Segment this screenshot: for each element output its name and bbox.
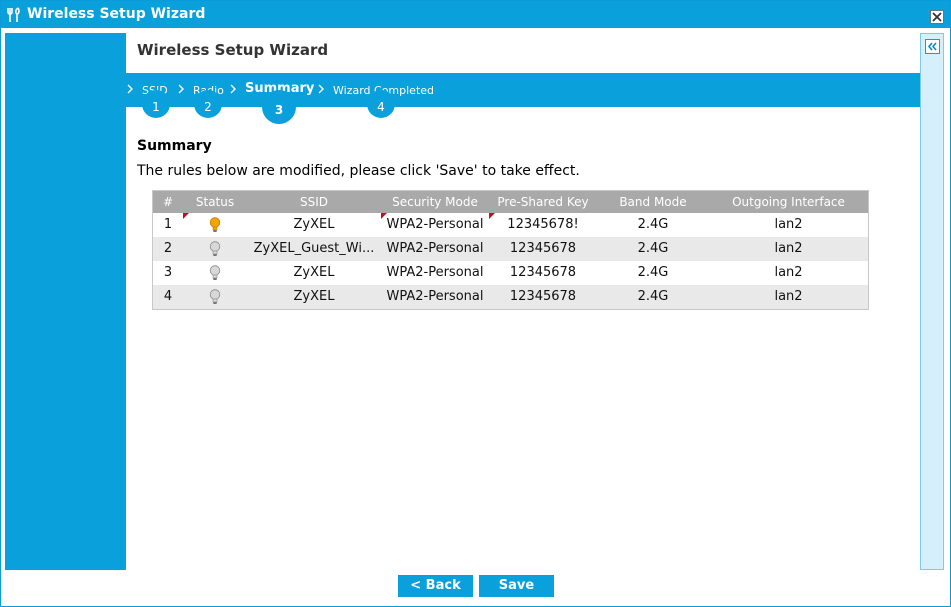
table-row[interactable]: 2 ZyXEL_Guest_Wi... WPA2-Personal 123456… [153,237,868,261]
row-ssid: ZyXEL [293,289,335,304]
row-status [183,285,247,309]
row-pre-shared-key: 12345678 [509,265,577,280]
column-header-pre-shared-key[interactable]: Pre-Shared Key [489,191,597,213]
row-status [183,213,247,237]
chevron-right-icon [230,84,236,94]
wizard-window: Wireless Setup Wizard Wireless Setup Wiz… [0,0,951,607]
summary-table: # Status SSID Security Mode Pre-Shared K… [152,190,869,310]
step-number: 4 [367,90,395,118]
step-number: 1 [142,90,170,118]
row-outgoing-interface: lan2 [774,217,803,232]
right-side-panel [920,33,944,570]
row-pre-shared-key: 12345678! [489,213,597,237]
summary-heading: Summary [137,138,212,154]
row-security-mode: WPA2-Personal [386,289,484,304]
close-icon[interactable] [930,10,944,24]
wizard-steps: SSID 1 Radio 2 Summary 3 Wizard Complete… [126,73,920,124]
chevron-right-icon [318,84,324,94]
row-outgoing-interface: lan2 [774,265,803,280]
modified-marker [381,213,387,219]
row-band-mode: 2.4G [637,241,669,256]
save-button[interactable]: Save [479,575,554,597]
lightbulb-on-icon [209,217,221,232]
modified-marker [489,213,495,219]
row-ssid: ZyXEL [293,217,335,232]
modified-marker [183,213,189,219]
page-title: Wireless Setup Wizard [137,41,329,59]
left-panel [5,33,126,570]
lightbulb-off-icon [209,241,221,256]
title-bar: Wireless Setup Wizard [1,1,950,28]
row-status [183,261,247,285]
column-header-ssid[interactable]: SSID [247,191,381,213]
column-header-status[interactable]: Status [183,191,247,213]
step-number: 2 [194,90,222,118]
table-row[interactable]: 1 ZyXEL WPA2-Personal 12345678! 2.4G lan… [153,213,868,237]
row-band-mode: 2.4G [637,289,669,304]
row-security-mode: WPA2-Personal [386,265,484,280]
row-pre-shared-key: 12345678 [509,289,577,304]
row-number: 1 [163,217,173,232]
row-band-mode: 2.4G [637,265,669,280]
row-number: 3 [163,265,173,280]
wizard-tools-icon [6,7,22,23]
table-row[interactable]: 3 ZyXEL WPA2-Personal 12345678 2.4G lan2 [153,261,868,285]
table-header: # Status SSID Security Mode Pre-Shared K… [153,191,868,213]
table-row[interactable]: 4 ZyXEL WPA2-Personal 12345678 2.4G lan2 [153,285,868,309]
column-header-outgoing-interface[interactable]: Outgoing Interface [709,191,868,213]
row-number: 2 [163,241,173,256]
chevron-right-icon [178,84,184,94]
window-title: Wireless Setup Wizard [27,6,206,22]
column-header-band-mode[interactable]: Band Mode [597,191,709,213]
lightbulb-off-icon [209,289,221,304]
row-security-mode: WPA2-Personal [381,213,489,237]
row-band-mode: 2.4G [637,217,669,232]
step-number: 3 [262,90,296,124]
row-security-mode: WPA2-Personal [386,241,484,256]
row-outgoing-interface: lan2 [774,241,803,256]
row-pre-shared-key-text: 12345678! [507,217,579,232]
row-ssid: ZyXEL [293,265,335,280]
back-button[interactable]: < Back [398,575,473,597]
row-status [183,237,247,261]
double-chevron-left-icon[interactable] [925,39,940,54]
row-number: 4 [163,289,173,304]
lightbulb-off-icon [209,265,221,280]
column-header-number[interactable]: # [153,191,183,213]
chevron-right-icon [127,84,133,94]
row-pre-shared-key: 12345678 [509,241,577,256]
column-header-security-mode[interactable]: Security Mode [381,191,489,213]
row-ssid: ZyXEL_Guest_Wi... [253,241,375,256]
row-outgoing-interface: lan2 [774,289,803,304]
row-security-mode-text: WPA2-Personal [386,217,484,232]
summary-description: The rules below are modified, please cli… [137,163,580,179]
